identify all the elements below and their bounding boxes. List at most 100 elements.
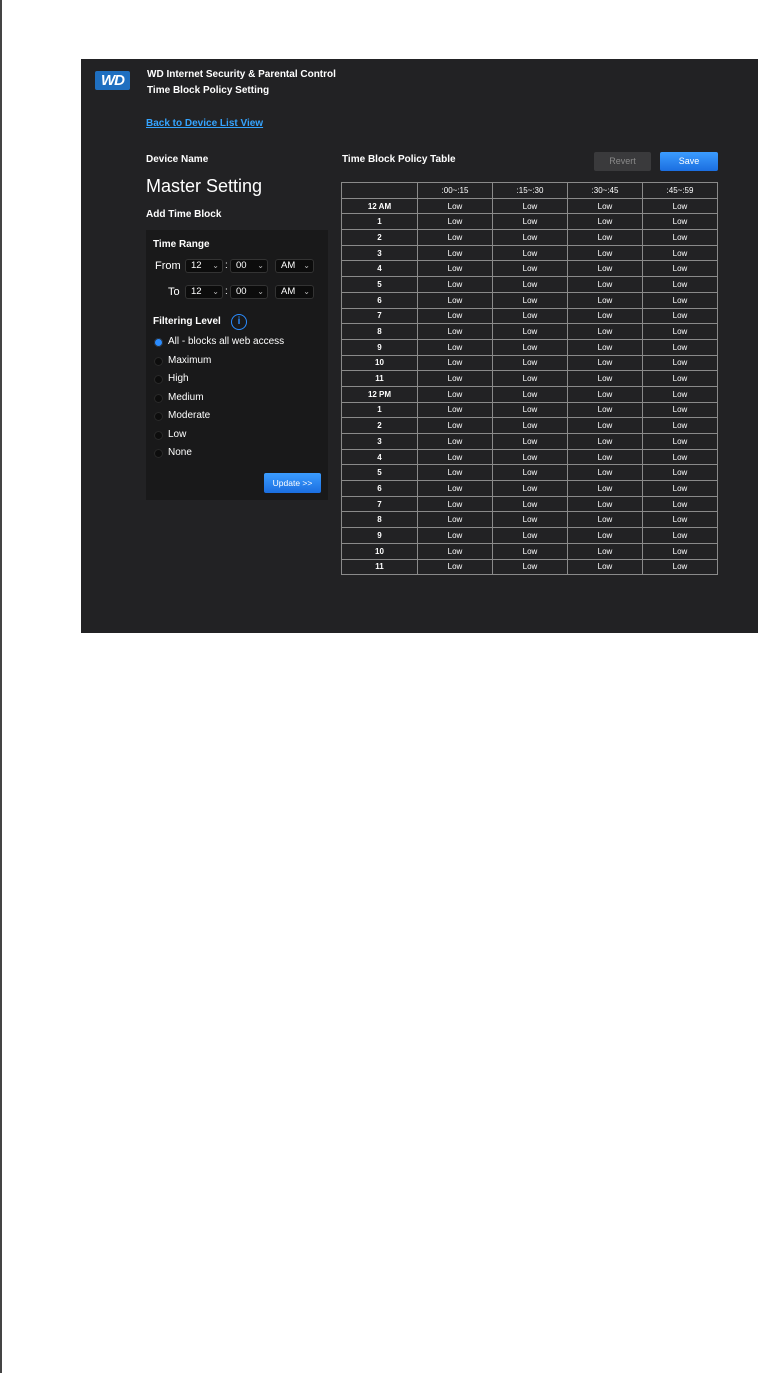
policy-cell[interactable]: Low (642, 527, 718, 544)
policy-cell[interactable]: Low (567, 307, 643, 325)
policy-cell[interactable]: Low (567, 244, 643, 262)
policy-cell[interactable]: Low (492, 338, 568, 356)
policy-cell[interactable]: Low (417, 291, 493, 309)
radio-button[interactable] (154, 430, 163, 440)
policy-cell[interactable]: Low (642, 354, 718, 372)
policy-cell[interactable]: Low (567, 229, 643, 246)
policy-cell[interactable]: Low (492, 276, 568, 293)
policy-cell[interactable]: Low (417, 229, 493, 246)
policy-cell[interactable]: Low (492, 244, 568, 262)
policy-cell[interactable]: Low (417, 495, 493, 513)
to-hour-select[interactable]: 12 ⌄ (185, 285, 223, 299)
policy-cell[interactable]: Low (567, 527, 643, 544)
policy-cell[interactable]: Low (492, 197, 568, 215)
save-button[interactable]: Save (660, 152, 718, 171)
policy-cell[interactable]: Low (417, 464, 493, 482)
policy-cell[interactable]: Low (417, 527, 493, 544)
policy-cell[interactable]: Low (417, 307, 493, 325)
policy-cell[interactable]: Low (567, 558, 643, 576)
policy-cell[interactable]: Low (642, 260, 718, 278)
policy-cell[interactable]: Low (567, 260, 643, 278)
policy-cell[interactable]: Low (492, 448, 568, 466)
policy-cell[interactable]: Low (642, 433, 718, 450)
info-icon[interactable]: i (231, 314, 247, 330)
policy-cell[interactable]: Low (417, 433, 493, 450)
policy-cell[interactable]: Low (492, 542, 568, 560)
policy-cell[interactable]: Low (567, 417, 643, 434)
policy-cell[interactable]: Low (642, 495, 718, 513)
policy-cell[interactable]: Low (417, 260, 493, 278)
policy-cell[interactable]: Low (642, 480, 718, 497)
policy-cell[interactable]: Low (492, 433, 568, 450)
policy-cell[interactable]: Low (642, 464, 718, 482)
policy-cell[interactable]: Low (642, 370, 718, 387)
policy-cell[interactable]: Low (492, 260, 568, 278)
radio-button[interactable] (154, 449, 163, 458)
policy-cell[interactable]: Low (642, 213, 718, 231)
policy-cell[interactable]: Low (492, 495, 568, 513)
policy-cell[interactable]: Low (417, 480, 493, 497)
policy-cell[interactable]: Low (642, 448, 718, 466)
policy-cell[interactable]: Low (492, 307, 568, 325)
policy-cell[interactable]: Low (492, 385, 568, 403)
policy-cell[interactable]: Low (567, 213, 643, 231)
revert-button[interactable]: Revert (594, 152, 651, 171)
policy-cell[interactable]: Low (417, 385, 493, 403)
policy-cell[interactable]: Low (567, 338, 643, 356)
radio-button[interactable] (154, 338, 163, 347)
policy-cell[interactable]: Low (567, 276, 643, 293)
from-ampm-select[interactable]: AM ⌄ (275, 259, 314, 273)
policy-cell[interactable]: Low (492, 213, 568, 231)
policy-cell[interactable]: Low (642, 511, 718, 529)
radio-button[interactable] (154, 393, 163, 403)
policy-cell[interactable]: Low (417, 323, 493, 340)
policy-cell[interactable]: Low (642, 401, 718, 419)
policy-cell[interactable]: Low (417, 213, 493, 231)
policy-cell[interactable]: Low (417, 197, 493, 215)
policy-cell[interactable]: Low (642, 385, 718, 403)
policy-cell[interactable]: Low (567, 495, 643, 513)
policy-cell[interactable]: Low (492, 229, 568, 246)
policy-cell[interactable]: Low (567, 291, 643, 309)
policy-cell[interactable]: Low (642, 338, 718, 356)
policy-cell[interactable]: Low (492, 464, 568, 482)
policy-cell[interactable]: Low (642, 229, 718, 246)
policy-cell[interactable]: Low (492, 527, 568, 544)
back-to-device-list-link[interactable]: Back to Device List View (146, 118, 263, 129)
policy-cell[interactable]: Low (417, 354, 493, 372)
radio-button[interactable] (154, 375, 163, 384)
policy-cell[interactable]: Low (567, 480, 643, 497)
policy-cell[interactable]: Low (417, 276, 493, 293)
policy-cell[interactable]: Low (642, 244, 718, 262)
policy-cell[interactable]: Low (492, 354, 568, 372)
policy-cell[interactable]: Low (417, 448, 493, 466)
policy-cell[interactable]: Low (642, 558, 718, 576)
policy-cell[interactable]: Low (567, 464, 643, 482)
policy-cell[interactable]: Low (417, 558, 493, 576)
policy-cell[interactable]: Low (567, 197, 643, 215)
update-button[interactable]: Update >> (264, 473, 321, 493)
policy-cell[interactable]: Low (417, 417, 493, 434)
policy-cell[interactable]: Low (567, 401, 643, 419)
policy-cell[interactable]: Low (567, 511, 643, 529)
radio-button[interactable] (154, 356, 163, 366)
policy-cell[interactable]: Low (492, 401, 568, 419)
policy-cell[interactable]: Low (642, 417, 718, 434)
policy-cell[interactable]: Low (567, 370, 643, 387)
policy-cell[interactable]: Low (492, 558, 568, 576)
from-hour-select[interactable]: 12 ⌄ (185, 259, 223, 273)
policy-cell[interactable]: Low (567, 542, 643, 560)
policy-cell[interactable]: Low (567, 323, 643, 340)
policy-cell[interactable]: Low (417, 542, 493, 560)
policy-cell[interactable]: Low (492, 323, 568, 340)
policy-cell[interactable]: Low (492, 370, 568, 387)
policy-cell[interactable]: Low (567, 433, 643, 450)
policy-cell[interactable]: Low (642, 291, 718, 309)
policy-cell[interactable]: Low (417, 244, 493, 262)
policy-cell[interactable]: Low (417, 338, 493, 356)
policy-cell[interactable]: Low (642, 323, 718, 340)
to-minute-select[interactable]: 00 ⌄ (230, 285, 268, 299)
policy-cell[interactable]: Low (642, 542, 718, 560)
from-minute-select[interactable]: 00 ⌄ (230, 259, 268, 273)
policy-cell[interactable]: Low (492, 480, 568, 497)
